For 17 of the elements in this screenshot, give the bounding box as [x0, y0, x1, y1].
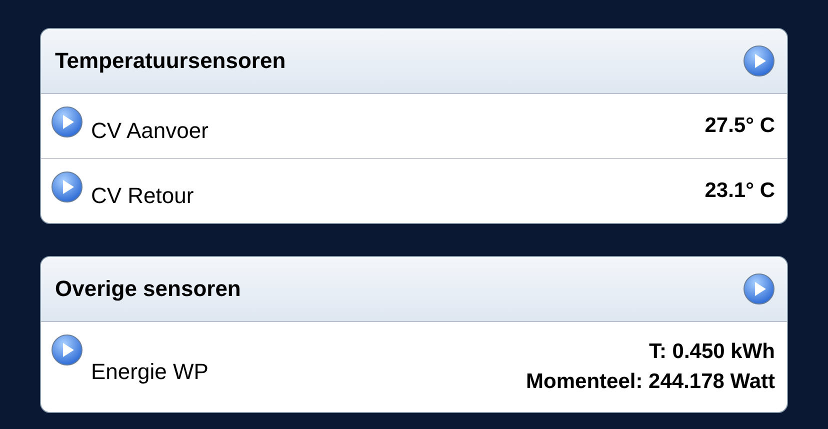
play-icon[interactable]: [51, 171, 83, 203]
sensor-value: 27.5° C: [704, 113, 775, 139]
sensor-value: Momenteel: 244.178 Watt: [526, 369, 775, 395]
sensor-name: CV Aanvoer: [91, 118, 208, 144]
sensor-value: T: 0.450 kWh: [648, 339, 775, 365]
play-icon[interactable]: [51, 334, 83, 366]
panel-title: Temperatuursensoren: [55, 48, 286, 74]
play-icon[interactable]: [743, 273, 775, 305]
sensor-row[interactable]: CV Retour 23.1° C: [41, 159, 787, 223]
sensor-name: CV Retour: [91, 183, 194, 209]
play-icon[interactable]: [743, 45, 775, 77]
sensor-name: Energie WP: [91, 359, 208, 385]
panel-title: Overige sensoren: [55, 276, 241, 302]
sensor-row[interactable]: CV Aanvoer 27.5° C: [41, 94, 787, 159]
sensor-row[interactable]: Energie WP T: 0.450 kWh Momenteel: 244.178 Watt: [41, 322, 787, 412]
play-icon[interactable]: [51, 106, 83, 138]
sensor-value: 23.1° C: [704, 178, 775, 204]
